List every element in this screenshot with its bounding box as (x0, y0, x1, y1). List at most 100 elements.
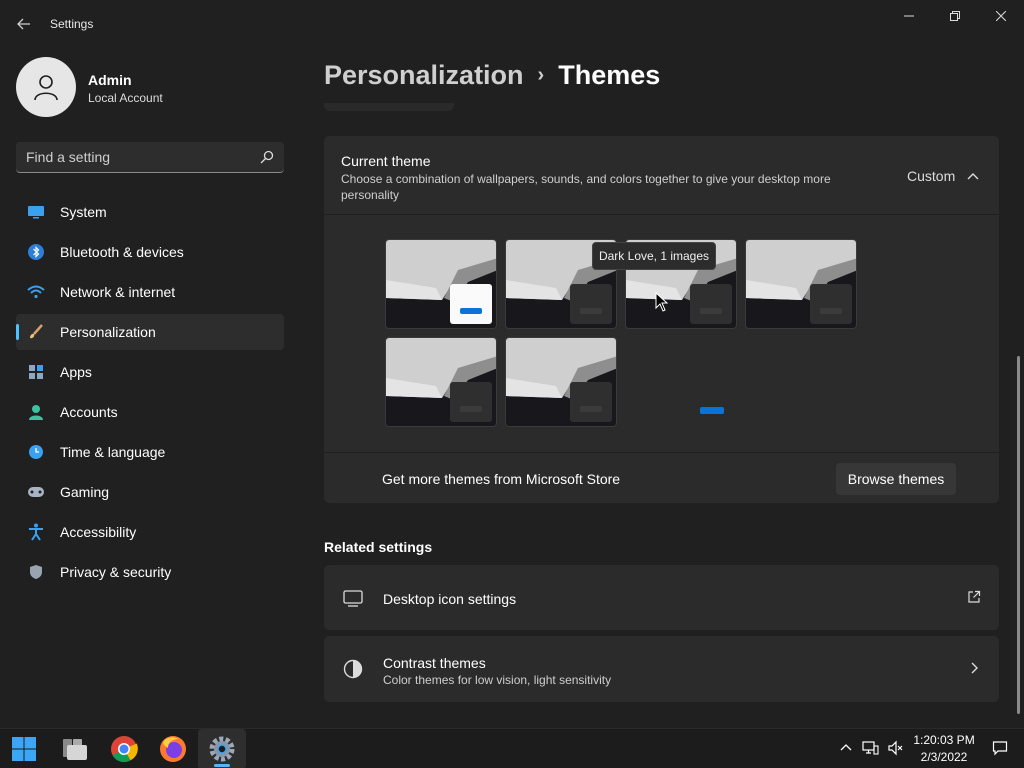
sidebar-item-label: Gaming (60, 484, 110, 500)
contrast-themes-description: Color themes for low vision, light sensi… (383, 673, 612, 687)
sidebar-item-personalization[interactable]: Personalization (16, 314, 284, 350)
file-explorer-button[interactable] (51, 729, 99, 768)
taskbar: 1:20:03 PM 2/3/2022 (0, 728, 1024, 768)
theme-loading-indicator (700, 407, 724, 414)
current-theme-description: Choose a combination of wallpapers, soun… (341, 172, 831, 202)
related-settings-title: Related settings (324, 539, 433, 555)
app-title: Settings (50, 17, 94, 31)
page-title: Themes (558, 60, 661, 90)
volume-muted-icon (888, 740, 903, 756)
notification-icon (992, 741, 1008, 756)
apps-icon (27, 363, 45, 381)
contrast-themes-row[interactable]: Contrast themes Color themes for low vis… (324, 636, 999, 702)
bluetooth-icon (27, 243, 45, 261)
title-bar: Settings (0, 0, 1024, 48)
theme-thumbnail[interactable] (745, 239, 857, 329)
restore-button[interactable] (932, 0, 978, 32)
window-preview (450, 284, 492, 324)
start-button[interactable] (0, 729, 48, 768)
gaming-icon (27, 483, 45, 501)
sidebar-item-time-language[interactable]: Time & language (16, 434, 284, 470)
system-icon (27, 203, 45, 221)
settings-icon (209, 736, 235, 762)
scrollbar[interactable] (1017, 356, 1020, 714)
user-icon (34, 75, 58, 101)
firefox-button[interactable] (149, 729, 197, 768)
theme-tooltip: Dark Love, 1 images (592, 242, 716, 270)
sidebar-item-system[interactable]: System (16, 194, 284, 230)
contrast-themes-label: Contrast themes (383, 655, 486, 671)
sidebar-item-accessibility[interactable]: Accessibility (16, 514, 284, 550)
file-explorer-icon (63, 739, 87, 760)
search-icon[interactable] (260, 150, 274, 164)
taskbar-clock[interactable]: 1:20:03 PM 2/3/2022 (908, 732, 980, 766)
brush-icon (27, 323, 45, 341)
network-tray-button[interactable] (861, 739, 879, 757)
window-preview (450, 382, 492, 422)
store-label: Get more themes from Microsoft Store (382, 471, 621, 487)
back-arrow-icon (17, 18, 30, 30)
network-icon (27, 283, 45, 301)
sidebar-item-label: System (60, 204, 107, 220)
avatar[interactable] (16, 57, 76, 117)
sidebar-item-label: Personalization (60, 324, 156, 340)
sidebar-item-privacy-security[interactable]: Privacy & security (16, 554, 284, 590)
user-name: Admin (88, 72, 132, 88)
show-hidden-icons-button[interactable] (837, 739, 855, 757)
chrome-button[interactable] (100, 729, 148, 768)
notifications-button[interactable] (991, 739, 1009, 757)
accessibility-icon (27, 523, 45, 541)
network-icon (862, 741, 879, 755)
window-preview (810, 284, 852, 324)
sidebar-item-bluetooth[interactable]: Bluetooth & devices (16, 234, 284, 270)
firefox-icon (160, 736, 186, 762)
sidebar-item-label: Time & language (60, 444, 166, 460)
search-input[interactable] (16, 142, 252, 172)
desktop-icon (343, 590, 363, 607)
sidebar-item-label: Bluetooth & devices (60, 244, 184, 260)
breadcrumb-separator: › (537, 64, 545, 86)
close-button[interactable] (978, 0, 1024, 32)
sidebar-nav: System Bluetooth & devices Network & int… (16, 194, 284, 594)
sidebar-item-label: Accounts (60, 404, 118, 420)
chrome-icon (111, 736, 138, 763)
volume-tray-button[interactable] (887, 739, 905, 757)
sidebar-item-gaming[interactable]: Gaming (16, 474, 284, 510)
external-link-icon (968, 590, 981, 603)
mouse-cursor-icon (655, 292, 669, 312)
current-theme-title: Current theme (341, 153, 431, 169)
desktop-icon-settings-row[interactable]: Desktop icon settings (324, 565, 999, 630)
time-icon (27, 443, 45, 461)
search-box (16, 142, 284, 173)
desktop-icon-settings-label: Desktop icon settings (383, 591, 517, 607)
shield-icon (27, 563, 45, 581)
settings-taskbar-button[interactable] (198, 729, 246, 768)
theme-thumbnail[interactable] (385, 239, 497, 329)
scrolled-content-edge (324, 103, 454, 111)
sidebar-item-accounts[interactable]: Accounts (16, 394, 284, 430)
breadcrumb: Personalization › Themes (324, 60, 660, 91)
browse-themes-button[interactable]: Browse themes (836, 463, 956, 495)
sidebar-item-label: Apps (60, 364, 92, 380)
sidebar-item-network[interactable]: Network & internet (16, 274, 284, 310)
back-button[interactable] (10, 12, 38, 36)
start-icon (12, 737, 36, 761)
sidebar-item-label: Accessibility (60, 524, 137, 540)
window-preview (690, 284, 732, 324)
breadcrumb-parent[interactable]: Personalization (324, 60, 524, 90)
accounts-icon (27, 403, 45, 421)
minimize-button[interactable] (886, 0, 932, 32)
chevron-right-icon (971, 662, 978, 674)
close-icon (996, 11, 1006, 21)
minimize-icon (904, 15, 914, 17)
current-theme-header[interactable]: Current theme Choose a combination of wa… (324, 136, 999, 215)
theme-thumbnail[interactable] (505, 337, 617, 427)
chevron-up-icon[interactable] (966, 169, 980, 183)
sidebar-item-label: Privacy & security (60, 564, 172, 580)
store-row: Get more themes from Microsoft Store Bro… (324, 452, 999, 503)
sidebar-item-apps[interactable]: Apps (16, 354, 284, 390)
account-type: Local Account (88, 91, 163, 105)
sidebar-item-label: Network & internet (60, 284, 176, 300)
theme-thumbnail[interactable] (385, 337, 497, 427)
contrast-icon (343, 659, 363, 679)
